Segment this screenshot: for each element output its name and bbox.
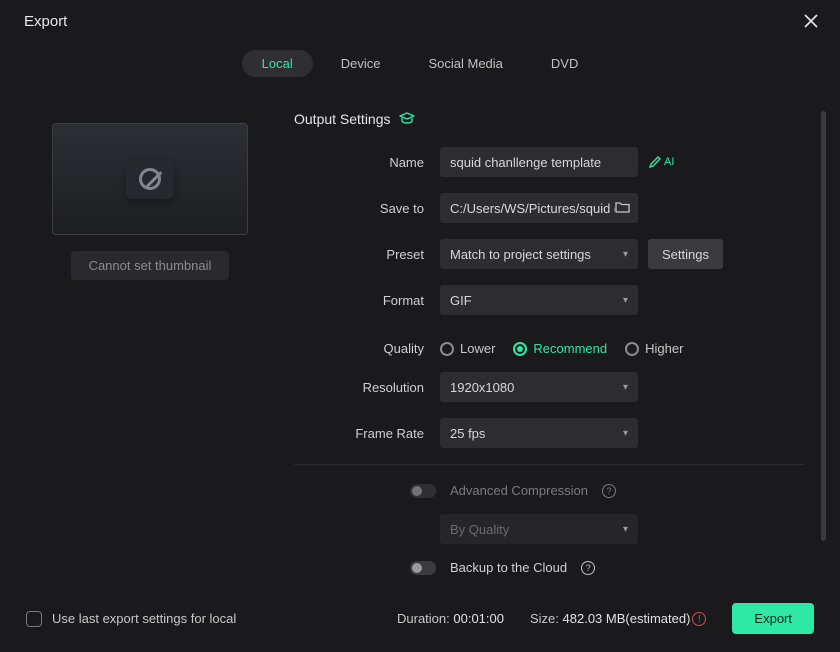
label-save-to: Save to xyxy=(294,201,440,216)
save-path-field[interactable]: C:/Users/WS/Pictures/squid g xyxy=(440,193,638,223)
dialog-title: Export xyxy=(24,13,67,30)
use-last-settings-checkbox[interactable] xyxy=(26,611,42,627)
save-path-text: C:/Users/WS/Pictures/squid g xyxy=(450,201,615,216)
quality-higher-label: Higher xyxy=(645,341,683,356)
pencil-icon xyxy=(648,155,662,169)
help-icon[interactable]: ? xyxy=(602,484,616,498)
chevron-down-icon: ▾ xyxy=(623,249,628,260)
row-name: Name AI xyxy=(294,147,804,177)
footer: Use last export settings for local Durat… xyxy=(0,589,840,652)
dialog-body: Cannot set thumbnail Output Settings Nam… xyxy=(0,91,840,589)
label-format: Format xyxy=(294,293,440,308)
format-value: GIF xyxy=(450,293,472,308)
size-label: Size: xyxy=(530,611,559,626)
warning-icon[interactable]: ! xyxy=(692,612,706,626)
ai-rename-button[interactable]: AI xyxy=(648,155,674,169)
chevron-down-icon: ▾ xyxy=(623,428,628,439)
scrollbar[interactable] xyxy=(821,111,826,541)
resolution-value: 1920x1080 xyxy=(450,380,514,395)
quality-recommend[interactable]: Recommend xyxy=(513,341,607,356)
ai-suffix: AI xyxy=(664,156,674,168)
adv-comp-mode-value: By Quality xyxy=(450,522,509,537)
section-title: Output Settings xyxy=(294,111,391,127)
quality-lower-label: Lower xyxy=(460,341,495,356)
label-name: Name xyxy=(294,155,440,170)
advanced-compression-toggle xyxy=(410,484,436,498)
adv-comp-mode-select: By Quality ▾ xyxy=(440,514,638,544)
size-value: 482.03 MB(estimated) xyxy=(563,611,691,626)
row-save-to: Save to C:/Users/WS/Pictures/squid g xyxy=(294,193,804,223)
row-quality: Quality Lower Recommend Higher xyxy=(294,341,804,356)
chevron-down-icon: ▾ xyxy=(623,382,628,393)
label-frame-rate: Frame Rate xyxy=(294,426,440,441)
duration-label: Duration: xyxy=(397,611,450,626)
advanced-compression-label: Advanced Compression xyxy=(450,483,588,498)
name-input[interactable] xyxy=(440,147,638,177)
preset-settings-button[interactable]: Settings xyxy=(648,239,723,269)
thumbnail-placeholder xyxy=(126,159,174,199)
divider xyxy=(294,464,804,465)
no-entry-icon xyxy=(139,168,161,190)
close-button[interactable] xyxy=(800,10,822,32)
row-advanced-compression: Advanced Compression ? xyxy=(410,483,804,498)
duration-value: 00:01:00 xyxy=(453,611,504,626)
preset-select[interactable]: Match to project settings ▾ xyxy=(440,239,638,269)
resolution-select[interactable]: 1920x1080 ▾ xyxy=(440,372,638,402)
frame-rate-select[interactable]: 25 fps ▾ xyxy=(440,418,638,448)
size-meta: Size: 482.03 MB(estimated)! xyxy=(530,611,706,627)
section-header: Output Settings xyxy=(294,111,804,127)
backup-cloud-toggle[interactable] xyxy=(410,561,436,575)
preset-value: Match to project settings xyxy=(450,247,591,262)
thumbnail-preview xyxy=(52,123,248,235)
thumbnail-panel: Cannot set thumbnail xyxy=(26,101,274,589)
tab-social-media[interactable]: Social Media xyxy=(408,50,522,77)
help-icon[interactable]: ? xyxy=(581,561,595,575)
titlebar: Export xyxy=(0,0,840,42)
export-dialog: Export Local Device Social Media DVD Can… xyxy=(0,0,840,652)
set-thumbnail-button: Cannot set thumbnail xyxy=(71,251,230,280)
footer-right: Duration: 00:01:00 Size: 482.03 MB(estim… xyxy=(397,603,814,634)
tab-local[interactable]: Local xyxy=(242,50,313,77)
row-adv-comp-mode: By Quality ▾ xyxy=(294,514,804,544)
quality-radio-group: Lower Recommend Higher xyxy=(440,341,683,356)
quality-recommend-label: Recommend xyxy=(533,341,607,356)
row-format: Format GIF ▾ xyxy=(294,285,804,315)
backup-cloud-label: Backup to the Cloud xyxy=(450,560,567,575)
format-select[interactable]: GIF ▾ xyxy=(440,285,638,315)
row-backup-cloud: Backup to the Cloud ? xyxy=(410,560,804,575)
output-settings-panel: Output Settings Name AI Save to xyxy=(274,101,812,589)
label-quality: Quality xyxy=(294,341,440,356)
label-resolution: Resolution xyxy=(294,380,440,395)
chevron-down-icon: ▾ xyxy=(623,524,628,535)
duration-meta: Duration: 00:01:00 xyxy=(397,611,504,626)
close-icon xyxy=(804,14,818,28)
tab-dvd[interactable]: DVD xyxy=(531,50,598,77)
row-resolution: Resolution 1920x1080 ▾ xyxy=(294,372,804,402)
frame-rate-value: 25 fps xyxy=(450,426,485,441)
row-frame-rate: Frame Rate 25 fps ▾ xyxy=(294,418,804,448)
tab-device[interactable]: Device xyxy=(321,50,401,77)
use-last-settings-label: Use last export settings for local xyxy=(52,611,236,626)
tab-bar: Local Device Social Media DVD xyxy=(0,42,840,91)
row-preset: Preset Match to project settings ▾ Setti… xyxy=(294,239,804,269)
quality-lower[interactable]: Lower xyxy=(440,341,495,356)
export-button[interactable]: Export xyxy=(732,603,814,634)
quality-higher[interactable]: Higher xyxy=(625,341,683,356)
label-preset: Preset xyxy=(294,247,440,262)
graduation-cap-icon[interactable] xyxy=(399,111,415,127)
chevron-down-icon: ▾ xyxy=(623,295,628,306)
footer-left: Use last export settings for local xyxy=(26,611,236,627)
folder-icon[interactable] xyxy=(615,201,630,216)
